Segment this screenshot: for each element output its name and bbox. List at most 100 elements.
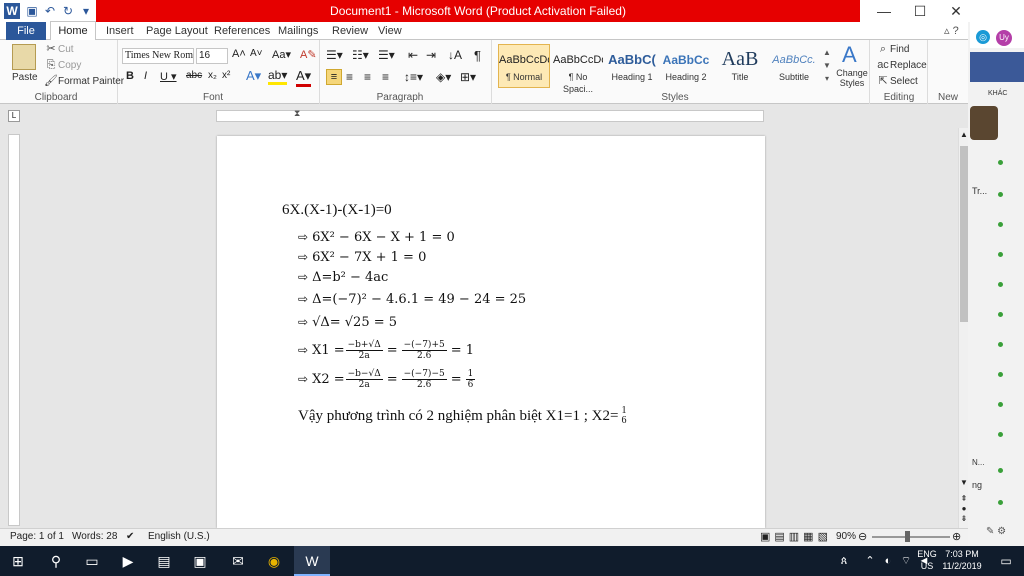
tr-label: Tr... [972, 186, 988, 196]
clear-formatting-icon[interactable]: A✎ [300, 48, 317, 61]
paste-button[interactable]: Paste [12, 70, 38, 86]
font-size-select[interactable]: 16 [196, 48, 228, 64]
zoom-slider-thumb[interactable] [905, 531, 911, 542]
superscript-icon[interactable]: x² [222, 70, 230, 81]
word-logo-icon[interactable]: W [4, 3, 20, 19]
undo-icon[interactable]: ↶ [42, 3, 58, 19]
time-text: 7:03 PM [945, 549, 979, 559]
styles-label: Styles [661, 92, 689, 103]
increase-indent-icon[interactable]: ⇥ [426, 48, 436, 62]
cut-button[interactable]: Cut [58, 44, 74, 55]
underline-icon[interactable]: U ▾ [160, 70, 177, 83]
zoom-out-icon[interactable]: ⊖ [858, 530, 867, 543]
bullets-icon[interactable]: ☰▾ [326, 48, 343, 62]
media-app-icon[interactable]: ▶ [110, 546, 146, 576]
mail-icon[interactable]: ✉ [220, 546, 256, 576]
tab-selector-icon[interactable]: L [8, 110, 20, 122]
browser-icon[interactable]: ◎ [976, 30, 990, 44]
language-indicator[interactable]: English (U.S.) [148, 531, 210, 542]
save-app-icon[interactable]: ▣ [182, 546, 218, 576]
proofing-icon[interactable]: ✔ [126, 531, 134, 542]
scrollbar-thumb[interactable] [960, 146, 968, 322]
numbering-icon[interactable]: ☷▾ [352, 48, 369, 62]
view-buttons-icon[interactable]: ▣▤▥▦▧ [760, 530, 832, 543]
sort-icon[interactable]: ↓A [448, 48, 462, 62]
font-color-icon[interactable]: A▾ [296, 68, 312, 87]
zoom-in-icon[interactable]: ⊕ [952, 530, 961, 543]
italic-icon[interactable]: I [144, 70, 147, 82]
format-painter-button[interactable]: Format Painter [58, 76, 124, 87]
edit-icon[interactable]: ✎ ⚙ [986, 526, 1006, 537]
highlight-color-icon[interactable]: ab▾ [268, 68, 288, 85]
chrome-icon[interactable]: ◉ [256, 546, 292, 576]
change-styles-icon[interactable]: A [842, 42, 857, 68]
tab-review[interactable]: Review [326, 22, 374, 40]
align-center-icon[interactable]: ≡ [346, 70, 353, 84]
indent-marker-icon[interactable]: ⧗ [294, 108, 300, 119]
maximize-icon[interactable]: ☐ [902, 0, 938, 22]
align-right-icon[interactable]: ≡ [364, 70, 371, 84]
close-icon[interactable]: ✕ [938, 0, 974, 22]
search-icon[interactable]: ⚲ [38, 546, 74, 576]
document-page[interactable] [217, 136, 765, 528]
page-count[interactable]: Page: 1 of 1 [10, 531, 64, 542]
vertical-ruler[interactable] [8, 134, 20, 526]
style-normal[interactable]: AaBbCcDc ¶ Normal [498, 44, 550, 88]
change-case-icon[interactable]: Aa▾ [272, 48, 291, 61]
change-styles-button[interactable]: Change Styles [836, 68, 868, 88]
tab-file[interactable]: File [6, 22, 46, 40]
justify-icon[interactable]: ≡ [382, 70, 389, 84]
styles-scroll-icon[interactable]: ▲ ▼ ▾ [822, 46, 832, 86]
multilevel-list-icon[interactable]: ☰▾ [378, 48, 395, 62]
fraction: 16 [465, 369, 476, 390]
style-heading-1[interactable]: AaBbC(Heading 1 [606, 44, 658, 88]
fraction: 16 [619, 406, 628, 426]
line-spacing-icon[interactable]: ↕≡▾ [404, 70, 423, 84]
shrink-font-icon[interactable]: A˅ [250, 48, 263, 59]
zoom-level[interactable]: 90% [836, 531, 856, 542]
tab-references[interactable]: References [208, 22, 276, 40]
avatar[interactable]: Uy [996, 30, 1012, 46]
clock[interactable]: 7:03 PM 11/2/2019 [940, 548, 984, 572]
tab-page-layout[interactable]: Page Layout [140, 22, 214, 40]
windows-start-icon[interactable]: ⊞ [0, 546, 36, 576]
redo-icon[interactable]: ↻ [60, 3, 76, 19]
shading-icon[interactable]: ◈▾ [436, 70, 451, 84]
select-button[interactable]: Select [890, 76, 918, 87]
help-icon[interactable]: ▵ ? [944, 24, 959, 37]
tab-insert[interactable]: Insert [100, 22, 140, 40]
save-icon[interactable]: ▣ [24, 3, 40, 19]
tab-view[interactable]: View [372, 22, 408, 40]
word-count[interactable]: Words: 28 [72, 531, 117, 542]
style-title[interactable]: AaB Title [714, 44, 766, 88]
font-name-select[interactable]: Times New Rom [122, 48, 194, 64]
strikethrough-icon[interactable]: abc [186, 70, 202, 81]
tab-mailings[interactable]: Mailings [272, 22, 324, 40]
minimize-icon[interactable]: — [866, 0, 902, 22]
decrease-indent-icon[interactable]: ⇤ [408, 48, 418, 62]
notifications-icon[interactable]: ▭ [988, 546, 1024, 576]
khac-label[interactable]: KHÁC [988, 90, 1007, 97]
find-button[interactable]: Find [890, 44, 909, 55]
task-view-icon[interactable]: ▭ [74, 546, 110, 576]
zoom-slider[interactable] [872, 536, 950, 538]
style-no-spacing[interactable]: AaBbCcDc ¶ No Spaci... [552, 44, 604, 94]
style-heading-2[interactable]: AaBbCc Heading 2 [660, 44, 712, 88]
style-subtitle[interactable]: AaBbCc. Subtitle [768, 44, 820, 88]
replace-button[interactable]: Replace [890, 60, 927, 71]
tab-home[interactable]: Home [50, 21, 96, 41]
grow-font-icon[interactable]: A˄ [232, 48, 246, 60]
word-taskbar-icon[interactable]: W [294, 546, 330, 576]
explorer-icon[interactable]: ▤ [146, 546, 182, 576]
ng-label: ng [972, 480, 983, 490]
paste-icon[interactable] [12, 44, 36, 70]
show-formatting-icon[interactable]: ¶ [474, 48, 481, 63]
text-effects-icon[interactable]: A▾ [246, 68, 261, 84]
input-language[interactable]: ENG US [916, 548, 938, 572]
customize-quick-access-icon[interactable]: ▾ [78, 3, 94, 19]
borders-icon[interactable]: ⊞▾ [460, 70, 476, 84]
subscript-icon[interactable]: x₂ [208, 70, 217, 81]
bold-icon[interactable]: B [126, 70, 134, 82]
copy-button[interactable]: Copy [58, 60, 81, 71]
align-left-icon[interactable]: ≡ [326, 69, 342, 85]
